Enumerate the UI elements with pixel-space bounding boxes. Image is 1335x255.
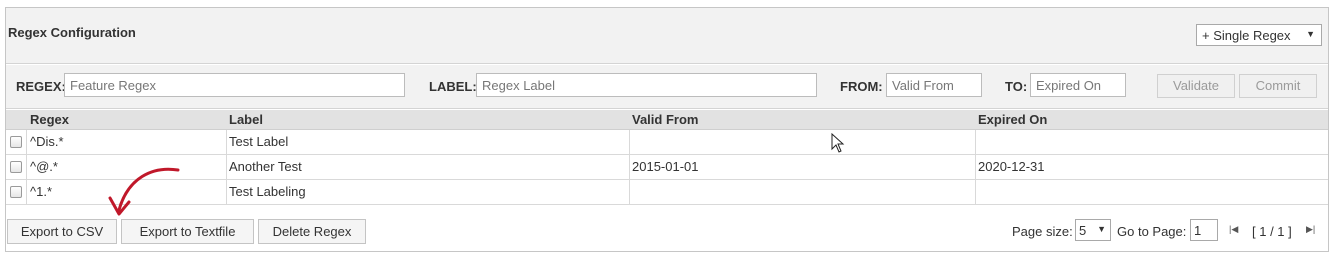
regex-mode-select[interactable]: + Single Regex ▼ [1196,24,1322,46]
page-size-label: Page size: [1012,224,1073,239]
page-info: [ 1 / 1 ] [1252,224,1292,239]
column-divider [629,155,630,180]
table-row[interactable]: ^1.* Test Labeling [6,180,1328,205]
page-title: Regex Configuration [8,25,136,40]
mouse-cursor-icon [831,133,845,153]
export-csv-button[interactable]: Export to CSV [7,219,117,244]
expired-on-cell: 2020-12-31 [978,159,1045,174]
panel-header: Regex Configuration + Single Regex ▼ [6,8,1328,64]
column-divider [629,180,630,205]
regex-mode-value: + Single Regex [1202,28,1291,43]
valid-from-input[interactable] [886,73,982,97]
chevron-down-icon: ▼ [1306,29,1315,39]
table-footer: Export to CSV Export to Textfile Delete … [6,210,1328,252]
column-divider [226,130,227,155]
goto-page-label: Go to Page: [1117,224,1187,239]
column-divider [226,155,227,180]
column-divider [26,155,27,180]
column-header-regex[interactable]: Regex [30,112,69,127]
label-cell: Test Labeling [229,184,306,199]
column-divider [975,130,976,155]
first-page-icon[interactable]: |◀ [1229,224,1238,235]
label-field-label: LABEL: [429,79,477,94]
row-checkbox[interactable] [10,136,22,148]
regex-cell: ^Dis.* [30,134,64,149]
page-size-select[interactable]: 5 ▼ [1075,219,1111,241]
chevron-down-icon: ▼ [1097,224,1106,234]
regex-field-label: REGEX: [16,79,66,94]
column-header-label[interactable]: Label [229,112,263,127]
regex-form: REGEX: LABEL: FROM: TO: Validate Commit [6,65,1328,109]
to-field-label: TO: [1005,79,1028,94]
row-checkbox[interactable] [10,186,22,198]
column-header-expired-on[interactable]: Expired On [978,112,1047,127]
table-row[interactable]: ^Dis.* Test Label [6,130,1328,155]
row-checkbox[interactable] [10,161,22,173]
regex-cell: ^1.* [30,184,53,199]
column-header-valid-from[interactable]: Valid From [632,112,698,127]
from-field-label: FROM: [840,79,883,94]
goto-page-input[interactable] [1190,219,1218,241]
regex-config-panel: Regex Configuration + Single Regex ▼ REG… [5,7,1329,252]
expired-on-input[interactable] [1030,73,1126,97]
valid-from-cell: 2015-01-01 [632,159,699,174]
column-divider [26,180,27,205]
validate-button[interactable]: Validate [1157,74,1235,98]
label-cell: Test Label [229,134,289,149]
column-divider [629,130,630,155]
regex-cell: ^@.* [30,159,58,174]
delete-regex-button[interactable]: Delete Regex [258,219,366,244]
column-divider [975,180,976,205]
column-divider [26,130,27,155]
label-input[interactable] [476,73,817,97]
page-size-value: 5 [1079,223,1087,238]
commit-button[interactable]: Commit [1239,74,1317,98]
regex-input[interactable] [64,73,405,97]
column-divider [975,155,976,180]
label-cell: Another Test [229,159,302,174]
table-header: Regex Label Valid From Expired On [6,110,1328,130]
column-divider [226,180,227,205]
table-row[interactable]: ^@.* Another Test 2015-01-01 2020-12-31 [6,155,1328,180]
export-textfile-button[interactable]: Export to Textfile [121,219,254,244]
last-page-icon[interactable]: ▶| [1306,224,1315,235]
